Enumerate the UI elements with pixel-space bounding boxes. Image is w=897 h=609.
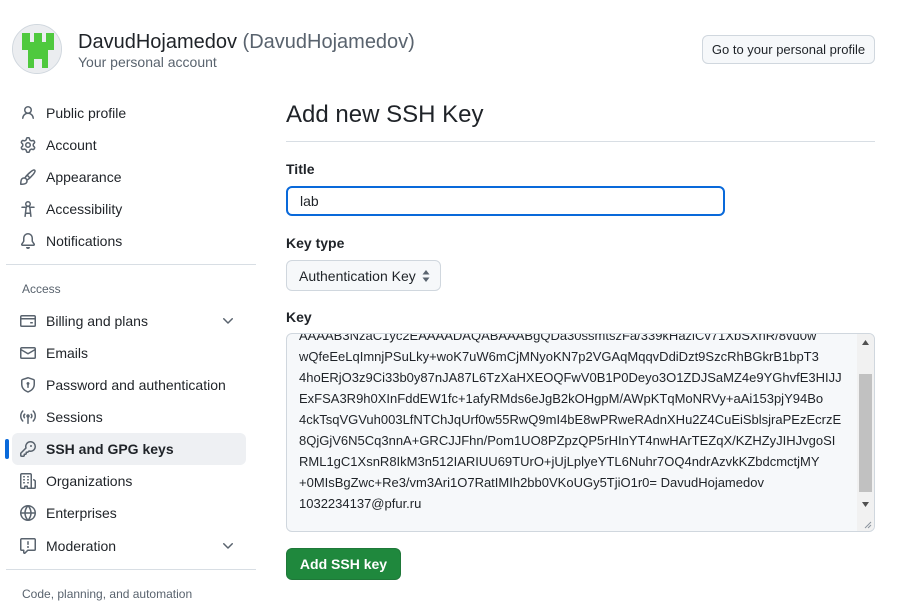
key-type-value: Authentication Key [299,267,416,284]
sidebar-divider [6,569,256,570]
sidebar-item-label: Public profile [46,105,127,121]
sidebar-item-emails[interactable]: Emails [12,337,246,369]
go-to-profile-button[interactable]: Go to your personal profile [702,35,875,64]
sidebar-item-notifications[interactable]: Notifications [12,225,246,257]
sidebar-item-label: Emails [46,345,89,361]
chevron-down-icon[interactable] [220,313,236,329]
sidebar-item-account[interactable]: Account [12,129,246,161]
sidebar-item-label: Appearance [46,169,122,185]
sidebar-item-label: Notifications [46,233,123,249]
page-title: Add new SSH Key [286,101,484,128]
key-label: Key [286,309,312,325]
sidebar-item-enterprises[interactable]: Enterprises [12,497,246,529]
sidebar-item-label: Enterprises [46,505,117,521]
sidebar-item-organizations[interactable]: Organizations [12,465,246,497]
broadcast-icon [20,409,36,425]
account-name: DavudHojamedov (DavudHojamedov) [78,30,415,54]
organization-icon [20,473,36,489]
scroll-up-icon[interactable] [861,338,870,347]
sidebar-item-label: Billing and plans [46,313,148,329]
account-display-name[interactable]: DavudHojamedov [78,31,237,53]
key-textarea[interactable]: AAAAB3NzaC1yc2EAAAADAQABAAABgQDa30ssmtsz… [286,333,875,532]
sidebar-divider [6,264,256,265]
avatar[interactable] [12,24,62,74]
mail-icon [20,345,36,361]
sidebar-item-public-profile[interactable]: Public profile [12,97,246,129]
sidebar-item-moderation[interactable]: Moderation [12,530,246,562]
sidebar-item-sessions[interactable]: Sessions [12,401,246,433]
sidebar-item-label: Account [46,137,97,153]
key-line: AAAAB3NzaC1yc2EAAAADAQABAAABgQDa30ssmtsz… [299,333,817,343]
key-line: 1032234137@pfur.ru [299,496,422,511]
sidebar-item-appearance[interactable]: Appearance [12,161,246,193]
add-ssh-key-button[interactable]: Add SSH key [286,548,401,580]
sidebar-item-label: SSH and GPG keys [46,441,174,457]
textarea-scrollbar[interactable] [857,334,874,531]
sidebar-item-accessibility[interactable]: Accessibility [12,193,246,225]
bell-icon [20,233,36,249]
sidebar-section-code: Code, planning, and automation [22,587,193,601]
sidebar-item-label: Moderation [46,538,117,554]
key-line: 4ckTsqVGVuh003LfNTChJqUrf0w55RwQ9mI4bE8w… [299,412,842,427]
accessibility-icon [20,201,36,217]
key-icon [20,441,36,457]
gear-icon [20,137,36,153]
sidebar-item-label: Password and authentication [46,377,226,393]
chevron-down-icon[interactable] [220,538,236,554]
account-login: (DavudHojamedov) [242,31,415,53]
key-text: AAAAB3NzaC1yc2EAAAADAQABAAABgQDa30ssmtsz… [299,333,859,514]
resize-grip-icon[interactable] [862,519,872,529]
sidebar-item-label: Sessions [46,409,103,425]
credit-card-icon [20,313,36,329]
key-line: +0MIsBgZwc+Re3/vm3Ari1O7RatIMIh2bb0VKoUG… [299,475,764,490]
key-line: RML1gC1XsnR8IkM3n512IARIUU69TUrO+jUjLply… [299,454,820,469]
identicon-icon [13,25,61,73]
paintbrush-icon [20,169,36,185]
key-type-label: Key type [286,235,345,251]
title-input[interactable] [286,186,725,216]
key-line: wQfeEeLqImnjPSuLky+woK7uW6mCjMNyoKN7p2VG… [299,349,819,364]
key-type-select[interactable]: Authentication Key [286,260,441,291]
sidebar-item-label: Accessibility [46,201,123,217]
sidebar-section-access: Access [22,282,61,296]
shield-lock-icon [20,377,36,393]
sidebar-item-billing[interactable]: Billing and plans [12,305,246,337]
key-line: ExFSA3R9h0XInFddEW1fc+1afyRMds6eJgB2kOHg… [299,391,824,406]
sidebar-item-password[interactable]: Password and authentication [12,369,246,401]
heading-divider [286,141,875,142]
report-icon [20,538,36,554]
scroll-down-icon[interactable] [861,500,870,509]
key-line: 8QjGjV6N5Cq3nnA+GRCJJFhn/Pom1UO8PZpzQP5r… [299,433,836,448]
globe-icon [20,505,36,521]
account-subtitle: Your personal account [78,54,217,70]
sidebar-item-label: Organizations [46,473,133,489]
person-icon [20,105,36,121]
key-line: 4hoERjO3z9Ci33b0y87nJA87L6TzXaHXEOQFwV0B… [299,370,842,385]
sidebar-item-ssh-gpg-keys[interactable]: SSH and GPG keys [5,433,246,465]
select-caret-icon [421,268,431,284]
title-label: Title [286,161,315,177]
scrollbar-thumb[interactable] [859,374,872,492]
